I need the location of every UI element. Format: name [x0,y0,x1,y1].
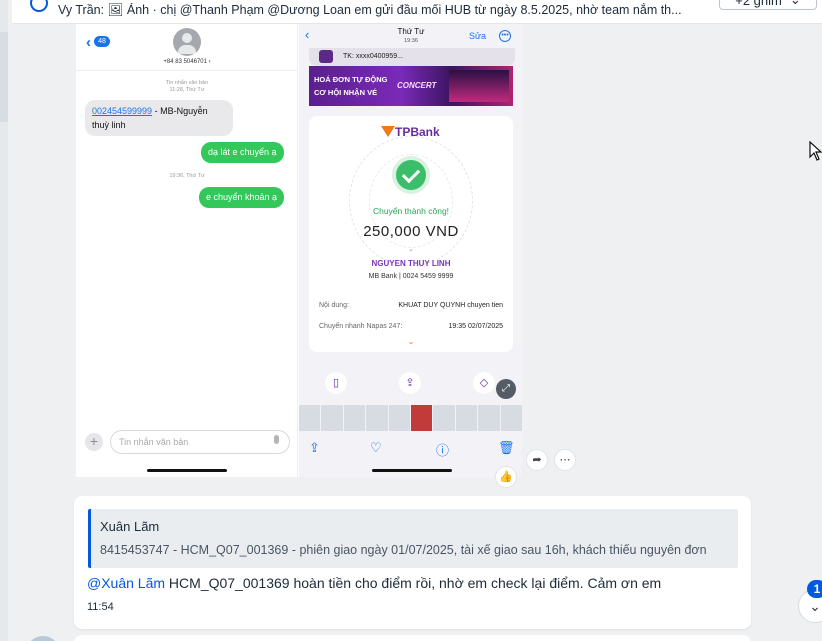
transfer-amount: 250,000 VND [363,223,459,240]
photo-viewer-header: ‹ Thứ Tư 19:36 Sửa ••• [299,24,522,48]
image-attachment[interactable]: ‹ 48 +84 83 5046701 › Tin nhắn văn bản 1… [76,24,522,477]
unread-badge: 1 [807,580,822,598]
message-bubble[interactable]: Xuân Lãm 8415453747 - HCM_Q07_001369 - p… [74,496,751,629]
microphone-icon [274,435,279,444]
share-icon: ⇪ [399,372,421,394]
outgoing-bubble: dạ lát e chuyển ạ [201,142,284,163]
quoted-author: Xuân Lãm [100,519,160,534]
content-value: KHUAT DUY QUYNH chuyen tien [398,302,503,309]
account-number: TK: xxxx0400959... [343,53,403,60]
more-options-button[interactable]: ⋯ [554,449,576,471]
message-text: @Xuân Lãm HCM_Q07_001369 hoàn tiền cho đ… [87,575,661,591]
home-indicator [147,469,227,472]
promo-line: HOÁ ĐƠN TỰ ĐỘNG [314,75,388,84]
pin-icon [30,0,48,12]
compose-field: Tin nhắn văn bản [110,430,290,454]
contact-avatar [173,28,201,56]
heart-icon: ♡ [370,440,382,455]
bank-app-icon [319,50,333,63]
like-reaction-button[interactable]: 👍 [495,466,517,488]
photo-date: Thứ Tư [397,27,425,36]
contact-phone: +84 83 5046701 › [163,59,211,65]
mention-link[interactable]: @Xuân Lãm [87,575,165,591]
expand-chevron-icon: ⌄ [407,337,415,346]
expand-image-icon[interactable]: ⤢ [496,379,516,399]
content-label: Nội dung: [319,302,349,309]
bookmark-icon: ▯ [325,372,347,394]
promo-banner: HOÁ ĐƠN TỰ ĐỘNG CƠ HỘI NHẬN VÉ CONCERT [309,66,513,106]
pinned-list-label: +2 ghim [735,0,782,8]
recipient-name: NGUYEN THUY LINH [371,259,451,268]
recipient-bank: MB Bank | 0024 5459 9999 [368,273,454,280]
divider [76,70,298,71]
timestamp-label: Tin nhắn văn bản [165,80,209,86]
transfer-time: 19:35 02/07/2025 [448,323,504,330]
edit-label: Sửa [469,31,487,41]
transfer-receipt: TPBank Chuyển thành công! 250,000 VND ⌄ … [309,116,513,352]
quoted-message[interactable]: Xuân Lãm 8415453747 - HCM_Q07_001369 - p… [88,509,738,568]
avatar[interactable] [26,636,60,641]
double-chevron-down-icon: ⌄ [809,598,821,614]
timestamp-time: 11:28, Thứ Tư [169,87,205,93]
pinned-list-button[interactable]: +2 ghim ⌄ [719,0,817,10]
outgoing-bubble: e chuyển khoản ạ [199,187,285,208]
back-chevron-icon: ‹ [86,34,91,51]
quoted-text: 8415453747 - HCM_Q07_001369 - phiên giao… [100,543,707,557]
photo-thumbnail-strip [299,405,522,431]
trash-icon: 🗑 [498,440,515,455]
forward-button[interactable]: ➦ [526,449,548,471]
pinned-message-text[interactable]: Vy Trần: 🖼 Ảnh · chị @Thanh Phạm @Dương … [58,3,708,18]
tpbank-logo-icon [381,126,395,137]
receipt-actions: ▯ ⇪ ◇ [299,372,522,396]
conversation-list-edge [0,0,8,641]
message-time: 11:54 [87,601,114,613]
success-check-icon [396,160,426,190]
back-count-badge: 48 [94,36,110,47]
more-icon: ••• [499,30,511,42]
message-body: HCM_Q07_001369 hoàn tiền cho điểm rồi, n… [165,575,662,591]
promo-title: CONCERT [397,81,437,90]
tag-icon: ◇ [473,372,495,394]
imessage-screenshot: ‹ 48 +84 83 5046701 › Tin nhắn văn bản 1… [76,24,298,477]
photo-time: 19:36 [404,38,418,44]
account-link: 002454599999 [92,106,153,116]
back-chevron-icon: ‹ [305,27,310,42]
account-banner: TK: xxxx0400959... [309,48,515,66]
timestamp-label: 19:36, Thứ Tư [169,173,205,179]
transfer-status: Chuyển thành công! [372,206,450,216]
pinned-message-bar[interactable]: Vy Trần: 🖼 Ảnh · chị @Thanh Phạm @Dương … [12,0,822,24]
selected-conversation-marker [0,32,8,122]
next-message-bubble[interactable] [74,635,751,641]
promo-line: CƠ HỘI NHẬN VÉ [314,88,378,97]
info-icon: ⓘ [436,443,450,458]
concert-stage-image [449,70,509,102]
photo-toolbar: ⇪ ♡ ⓘ 🗑 [299,434,522,462]
bank-logo-text: TPBank [395,125,440,139]
incoming-bubble: 002454599999 - MB-Nguyễn thuỳ linh [85,100,233,136]
transfer-label: Chuyển nhanh Napas 247: [319,323,403,330]
chevron-down-icon: ⌄ [790,0,801,8]
chevron-down-icon: ⌄ [408,246,414,253]
bank-receipt-screenshot: ‹ Thứ Tư 19:36 Sửa ••• TK: xxxx0400959..… [299,24,522,477]
plus-icon: + [85,433,103,451]
share-icon: ⇪ [309,440,320,455]
home-indicator [372,469,452,472]
